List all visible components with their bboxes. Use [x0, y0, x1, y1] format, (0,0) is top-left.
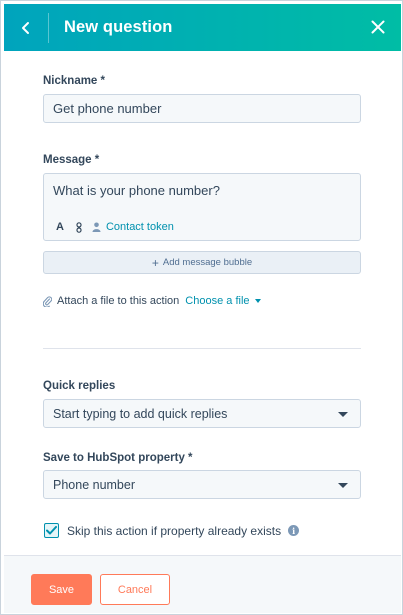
person-icon	[92, 222, 101, 232]
add-message-bubble-label: Add message bubble	[162, 257, 253, 268]
attach-file-row: Attach a file to this action Choose a fi…	[43, 295, 261, 307]
skip-action-row: Skip this action if property already exi…	[44, 523, 300, 538]
chevron-left-icon	[22, 21, 29, 34]
skip-action-label: Skip this action if property already exi…	[67, 523, 282, 538]
section-divider	[43, 348, 361, 349]
paperclip-icon	[43, 295, 52, 307]
header-divider	[48, 12, 49, 43]
quick-replies-label: Quick replies	[43, 380, 116, 392]
close-icon	[371, 20, 385, 34]
choose-file-label: Choose a file	[185, 295, 250, 307]
checkmark-icon	[46, 526, 57, 535]
save-button[interactable]: Save	[31, 574, 92, 605]
nickname-value: Get phone number	[53, 101, 162, 116]
text-format-button[interactable]: A	[56, 221, 64, 233]
info-icon[interactable]: i	[288, 525, 300, 536]
new-question-panel: New question Nickname * Get phone number…	[0, 0, 403, 615]
link-icon[interactable]	[76, 221, 82, 233]
back-button[interactable]	[4, 4, 48, 51]
add-message-bubble-button[interactable]: + Add message bubble	[43, 251, 361, 274]
message-label: Message *	[43, 154, 100, 166]
caret-down-icon	[254, 299, 261, 303]
skip-action-checkbox[interactable]	[44, 523, 59, 538]
plus-icon: +	[151, 255, 159, 270]
cancel-button[interactable]: Cancel	[100, 574, 170, 605]
message-textarea[interactable]: What is your phone number? A Contact tok…	[43, 173, 361, 241]
panel-footer: Save Cancel	[4, 555, 401, 613]
nickname-label: Nickname *	[43, 75, 106, 87]
message-value: What is your phone number?	[53, 183, 220, 198]
nickname-input[interactable]: Get phone number	[43, 94, 361, 123]
contact-token-link[interactable]: Contact token	[106, 221, 174, 233]
property-label: Save to HubSpot property *	[43, 452, 193, 464]
panel-header: New question	[4, 4, 401, 51]
property-select[interactable]: Phone number	[43, 470, 361, 499]
attach-file-label: Attach a file to this action	[57, 295, 180, 307]
close-button[interactable]	[367, 16, 389, 38]
dropdown-arrow-icon	[338, 412, 348, 417]
property-selected-value: Phone number	[53, 477, 136, 492]
quick-replies-select[interactable]: Start typing to add quick replies	[43, 399, 361, 428]
choose-file-dropdown[interactable]: Choose a file	[185, 295, 261, 307]
quick-replies-placeholder: Start typing to add quick replies	[53, 406, 228, 421]
dropdown-arrow-icon	[338, 483, 348, 488]
message-toolbar: A Contact token	[56, 220, 174, 234]
page-title: New question	[64, 18, 173, 36]
